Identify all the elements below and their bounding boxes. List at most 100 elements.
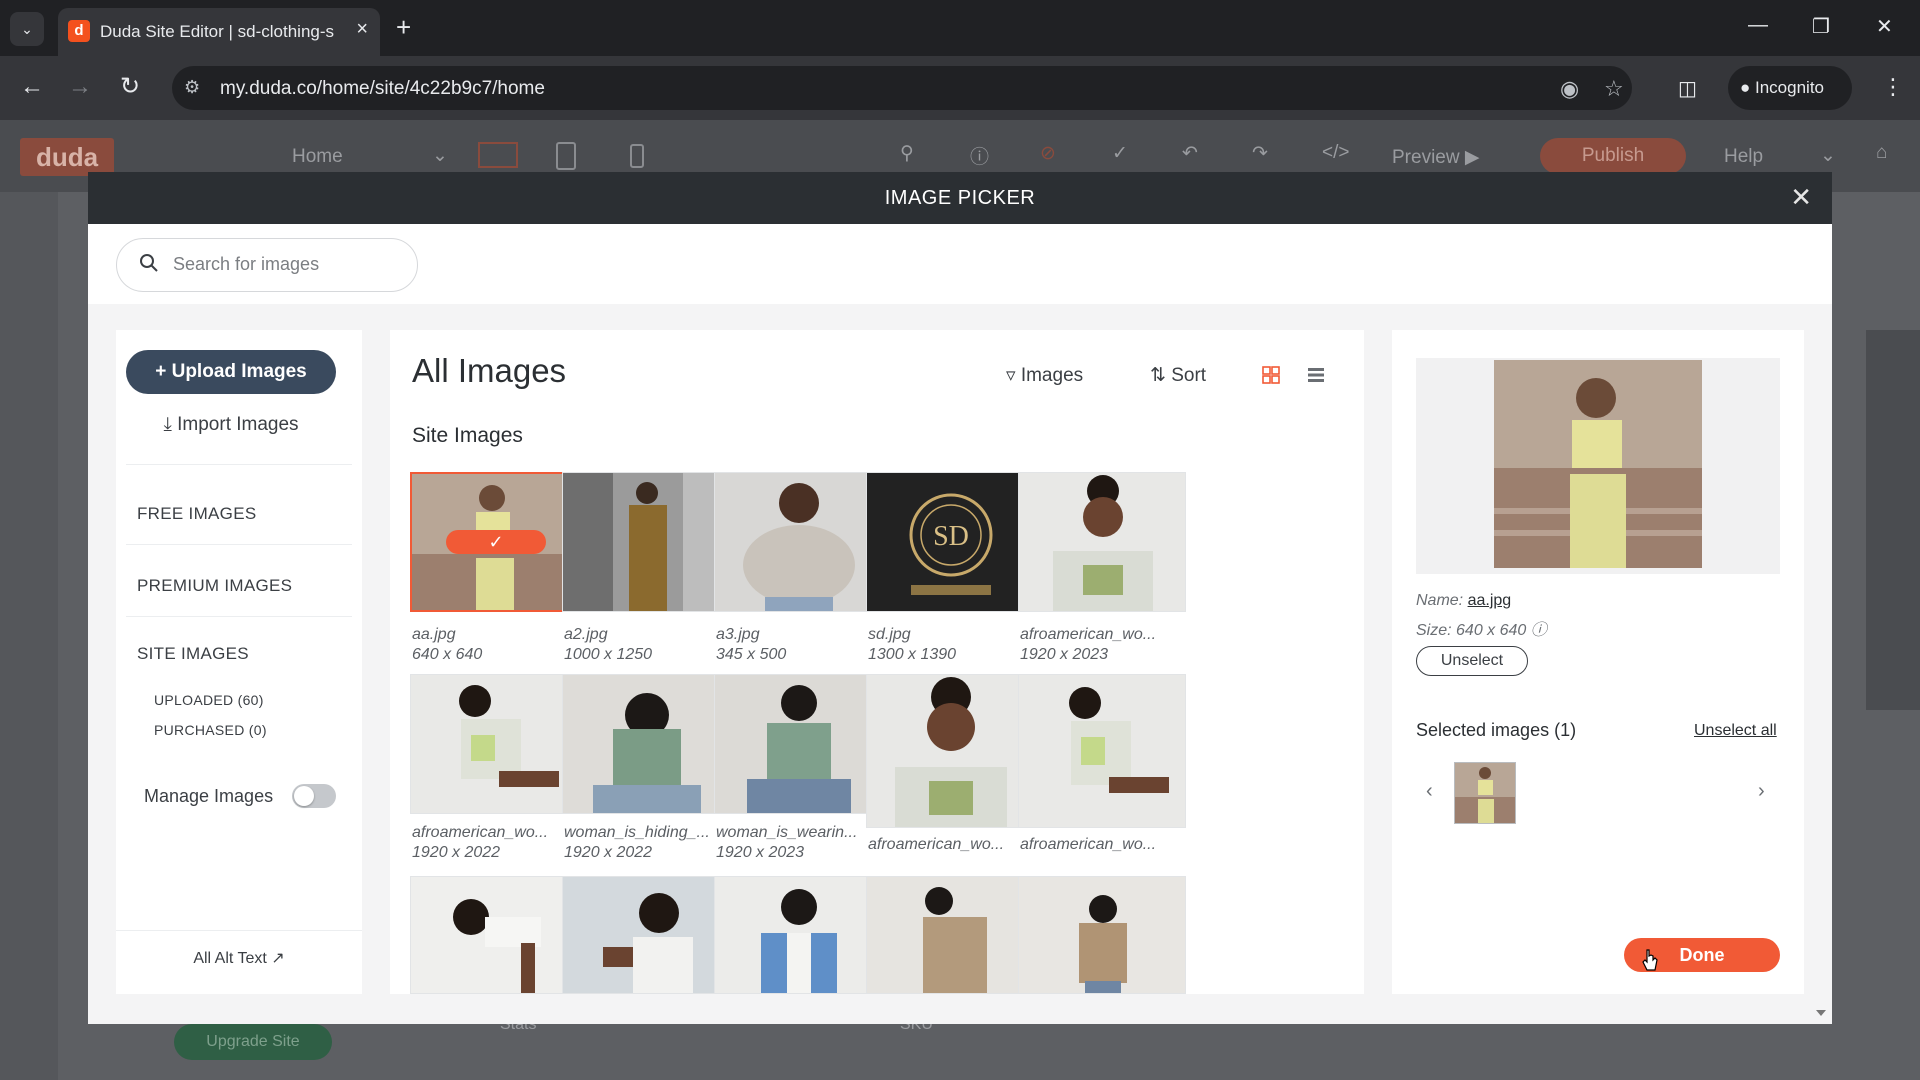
images-filter-button[interactable]: ▿ Images <box>1006 364 1083 387</box>
incognito-badge[interactable]: ● Incognito <box>1728 66 1852 110</box>
image-thumb-woman-wearing[interactable] <box>714 674 882 814</box>
checkmark-icon[interactable]: ✓ <box>1112 142 1128 165</box>
mouse-pointer-icon <box>1642 949 1658 971</box>
desktop-view-icon[interactable] <box>478 142 518 168</box>
import-images-button[interactable]: ⤓ Import Images <box>116 414 346 436</box>
site-images-link[interactable]: SITE IMAGES <box>137 644 249 664</box>
help-circle-icon[interactable]: ⓘ <box>1531 622 1547 639</box>
sort-button[interactable]: ⇅ Sort <box>1150 364 1206 387</box>
restore-icon[interactable]: ❐ <box>1812 14 1830 39</box>
photo-smiling-woman <box>1019 473 1185 611</box>
upload-images-button[interactable]: + Upload Images <box>126 350 336 394</box>
image-thumb-row3-5[interactable] <box>1018 876 1186 994</box>
selected-image-thumb[interactable] <box>1454 762 1516 824</box>
publish-button[interactable]: Publish <box>1540 138 1686 174</box>
photo-grey-top <box>715 473 881 611</box>
image-name: sd.jpg <box>868 626 911 643</box>
search-box[interactable] <box>116 238 418 292</box>
upload-images-label: Upload Images <box>171 361 307 382</box>
photo-woman-bending <box>411 877 577 993</box>
window-close-icon[interactable]: ✕ <box>1876 14 1893 39</box>
image-name: afroamerican_wo... <box>412 824 549 841</box>
image-thumb-afroamerican-3[interactable] <box>866 674 1034 828</box>
manage-images-toggle[interactable] <box>292 784 336 808</box>
code-icon[interactable]: </> <box>1322 142 1349 164</box>
image-thumb-row3-2[interactable] <box>562 876 730 994</box>
premium-images-link[interactable]: PREMIUM IMAGES <box>137 576 292 596</box>
photo-woman-sitting-2 <box>1019 675 1185 827</box>
duda-favicon-icon: d <box>68 20 90 42</box>
modal-title: IMAGE PICKER <box>884 187 1036 209</box>
browser-menu-icon[interactable]: ⋮ <box>1882 74 1904 100</box>
chevron-left-icon[interactable]: ‹ <box>1426 780 1433 803</box>
reload-icon[interactable]: ↻ <box>120 72 140 102</box>
page-selector[interactable]: Home <box>292 146 343 168</box>
image-thumb-row3-4[interactable] <box>866 876 1034 994</box>
modal-header: IMAGE PICKER ✕ <box>88 172 1832 224</box>
no-entry-icon[interactable]: ⊘ <box>1040 142 1056 165</box>
purchased-link[interactable]: PURCHASED (0) <box>154 722 267 738</box>
forward-icon[interactable]: → <box>68 72 92 102</box>
image-size: 1300 x 1390 <box>868 646 957 663</box>
search-input[interactable] <box>173 254 403 275</box>
image-size: 640 x 640 <box>412 646 483 663</box>
image-thumb-aa[interactable]: ✓ <box>410 472 578 612</box>
tab-close-icon[interactable]: × <box>356 18 368 41</box>
minimize-icon[interactable]: — <box>1748 14 1768 37</box>
side-panel-icon[interactable]: ◫ <box>1678 74 1697 104</box>
address-bar[interactable]: ⚙ my.duda.co/home/site/4c22b9c7/home ◉ ☆ <box>172 66 1632 110</box>
tablet-view-icon[interactable] <box>556 142 576 170</box>
list-view-icon[interactable] <box>1307 366 1325 384</box>
image-thumb-afroamerican-1[interactable] <box>1018 472 1186 612</box>
chevron-right-icon[interactable]: › <box>1758 780 1765 803</box>
image-name: a3.jpg <box>716 626 760 643</box>
photo-sd-logo: SD <box>867 473 1033 611</box>
help-menu[interactable]: Help <box>1724 146 1763 168</box>
image-thumb-row3-3[interactable] <box>714 876 882 994</box>
preview-photo-yellow-outfit <box>1416 358 1780 574</box>
close-icon[interactable]: ✕ <box>1790 182 1812 212</box>
name-label: Name: <box>1416 592 1464 609</box>
images-panel: All Images ▿ Images ⇅ Sort Site Images ✓… <box>390 330 1364 994</box>
preview-button[interactable]: Preview ▶ <box>1392 146 1479 169</box>
home-icon[interactable]: ⌂ <box>1876 142 1887 164</box>
free-images-link[interactable]: FREE IMAGES <box>137 504 257 524</box>
redo-icon[interactable]: ↷ <box>1252 142 1268 165</box>
grid-view-icon[interactable] <box>1262 366 1280 384</box>
all-alt-text-link[interactable]: All Alt Text ↗ <box>116 948 362 968</box>
unselect-button[interactable]: Unselect <box>1416 646 1528 676</box>
image-name: a2.jpg <box>564 626 608 643</box>
incognito-label: Incognito <box>1755 78 1824 97</box>
tracking-eye-icon[interactable]: ◉ <box>1560 76 1579 102</box>
divider <box>126 464 352 465</box>
bookmark-star-icon[interactable]: ☆ <box>1604 76 1624 102</box>
upgrade-site-button[interactable]: Upgrade Site <box>174 1024 332 1060</box>
site-info-icon[interactable]: ⚙ <box>184 77 200 98</box>
image-thumb-sd[interactable]: SD <box>866 472 1034 612</box>
size-label: Size: <box>1416 622 1452 639</box>
unselect-all-link[interactable]: Unselect all <box>1694 722 1777 740</box>
browser-tab[interactable]: d Duda Site Editor | sd-clothing-s × <box>58 8 380 56</box>
image-thumb-woman-hiding[interactable] <box>562 674 730 814</box>
image-size: 1000 x 1250 <box>564 646 653 663</box>
image-thumb-a3[interactable] <box>714 472 882 612</box>
back-icon[interactable]: ← <box>20 72 44 102</box>
editor-search-icon[interactable]: ⚲ <box>900 142 914 165</box>
image-name-link[interactable]: aa.jpg <box>1468 592 1512 609</box>
image-thumb-afroamerican-2[interactable] <box>410 674 578 814</box>
new-tab-icon[interactable]: + <box>396 12 411 42</box>
image-thumb-a2[interactable] <box>562 472 730 612</box>
editor-right-rail <box>1866 330 1920 710</box>
uploaded-link[interactable]: UPLOADED (60) <box>154 692 264 708</box>
undo-icon[interactable]: ↶ <box>1182 142 1198 165</box>
image-name: woman_is_wearin... <box>716 824 858 841</box>
sort-label: Sort <box>1171 365 1207 386</box>
image-thumb-afroamerican-4[interactable] <box>1018 674 1186 828</box>
info-icon[interactable]: ⓘ <box>970 142 989 169</box>
image-thumb-row3-1[interactable] <box>410 876 578 994</box>
scroll-down-icon[interactable] <box>1816 1010 1826 1016</box>
mobile-view-icon[interactable] <box>630 144 644 168</box>
photo-woman-blue-blazer <box>715 877 881 993</box>
tab-search-chevron-icon[interactable]: ⌄ <box>10 12 44 46</box>
all-alt-text-label: All Alt Text <box>193 950 267 967</box>
